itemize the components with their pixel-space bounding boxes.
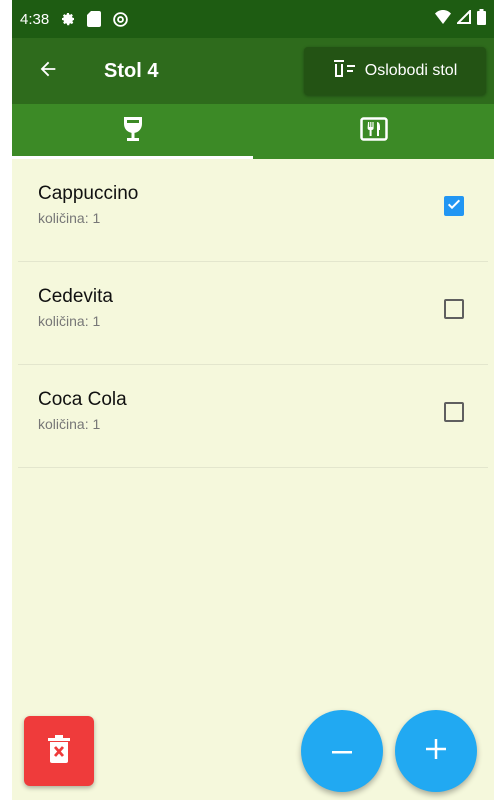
list-item[interactable]: Cedevita količina: 1 (18, 262, 488, 365)
battery-icon (477, 9, 486, 29)
trash-icon (46, 734, 72, 769)
app-bar: Stol 4 Oslobodi stol (12, 38, 494, 104)
increase-button[interactable] (395, 710, 477, 792)
item-name: Cappuccino (38, 183, 139, 204)
at-sign-icon (111, 10, 129, 28)
item-name: Cedevita (38, 286, 113, 307)
item-quantity: količina: 1 (38, 416, 101, 432)
status-bar: 4:38 (12, 0, 494, 38)
restaurant-menu-icon (359, 117, 388, 146)
checkmark-icon (446, 196, 462, 217)
back-button[interactable] (28, 51, 68, 91)
list-item[interactable]: Coca Cola količina: 1 (18, 365, 488, 468)
tab-drinks[interactable] (12, 104, 253, 159)
plus-icon (426, 738, 446, 764)
tab-bar (12, 104, 494, 159)
wifi-icon (435, 10, 451, 28)
delete-button[interactable] (24, 716, 94, 786)
decrease-button[interactable] (301, 710, 383, 792)
item-checkbox[interactable] (444, 402, 464, 422)
wine-glass-icon (122, 116, 144, 147)
app-screen: 4:38 Stol 4 Oslobodi stol Cappuccino kol… (12, 0, 494, 800)
clear-table-icon (333, 59, 365, 84)
item-quantity: količina: 1 (38, 313, 101, 329)
list-item[interactable]: Cappuccino količina: 1 (18, 159, 488, 262)
sd-card-icon (85, 10, 103, 28)
arrow-left-icon (37, 58, 59, 85)
item-quantity: količina: 1 (38, 210, 101, 226)
item-name: Coca Cola (38, 389, 127, 410)
free-table-label: Oslobodi stol (364, 62, 458, 79)
status-time: 4:38 (20, 10, 50, 28)
item-checkbox[interactable] (444, 299, 464, 319)
free-table-button[interactable]: Oslobodi stol (304, 47, 486, 95)
gear-icon (59, 10, 77, 28)
order-list: Cappuccino količina: 1 Cedevita količina… (12, 159, 494, 468)
tab-food[interactable] (253, 104, 494, 159)
signal-icon (455, 8, 471, 28)
page-title: Stol 4 (104, 59, 159, 82)
status-right-icons (435, 8, 486, 29)
item-checkbox[interactable] (444, 196, 464, 216)
minus-icon (332, 742, 352, 760)
